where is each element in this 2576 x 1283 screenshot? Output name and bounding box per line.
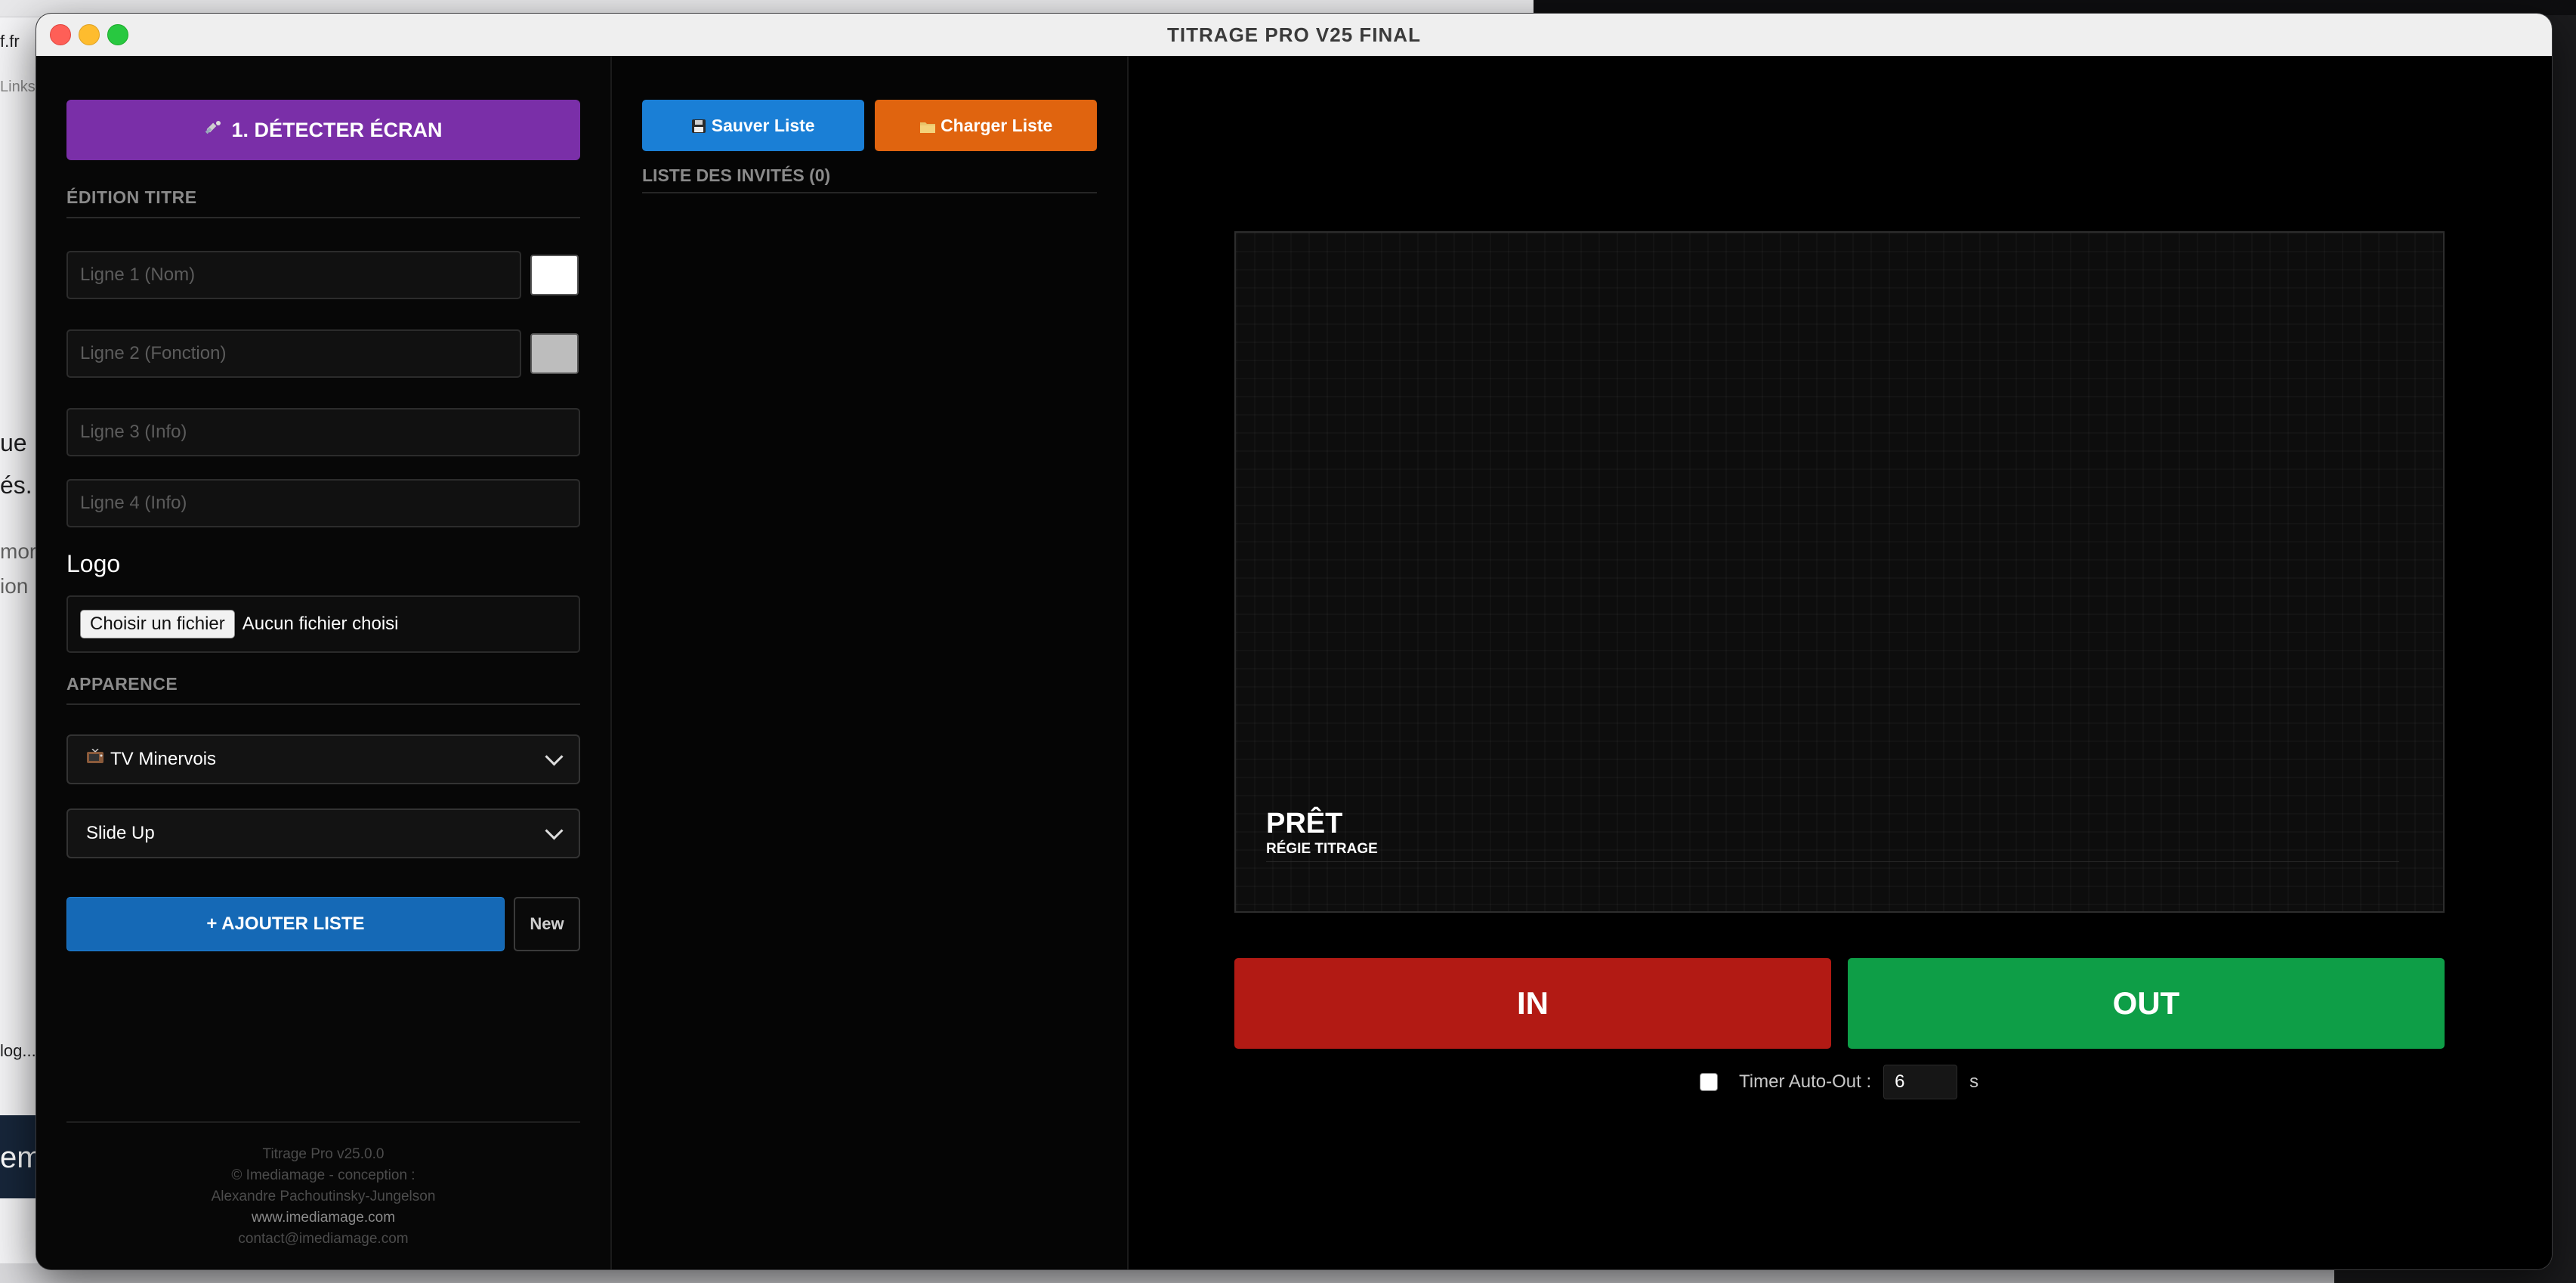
timer-checkbox[interactable] <box>1700 1073 1718 1091</box>
timer-unit: s <box>1969 1071 1979 1092</box>
background-text: ue <box>0 429 27 456</box>
choose-file-button[interactable]: Choisir un fichier <box>80 610 235 638</box>
footer-divider <box>66 1121 580 1123</box>
line1-name-input[interactable] <box>66 251 521 299</box>
add-to-list-button[interactable]: + AJOUTER LISTE <box>66 897 505 951</box>
background-dark-window <box>1534 0 2576 15</box>
animation-select[interactable]: Slide Up <box>66 808 580 858</box>
timer-label: Timer Auto-Out : <box>1739 1071 1872 1092</box>
preview-line1: PRÊT <box>1266 808 1343 839</box>
background-text: mor <box>0 539 37 563</box>
background-text: Links <box>0 79 36 95</box>
title-preview: PRÊT RÉGIE TITRAGE <box>1234 231 2445 913</box>
credits-footer: Titrage Pro v25.0.0 © Imediamage - conce… <box>66 1144 580 1250</box>
tv-icon <box>86 747 104 771</box>
theme-select-value: TV Minervois <box>110 749 217 769</box>
file-status-text: Aucun fichier choisi <box>242 614 399 634</box>
title-bar: TITRAGE PRO V25 FINAL <box>36 14 2552 57</box>
animation-select-value: Slide Up <box>86 823 155 843</box>
author-text: Alexandre Pachoutinsky-Jungelson <box>211 1189 436 1204</box>
copyright-text: © Imediamage - conception : <box>231 1167 415 1183</box>
app-window: TITRAGE PRO V25 FINAL 1. DÉTECTER ÉCRAN … <box>36 14 2552 1269</box>
save-list-button[interactable]: Sauver Liste <box>642 100 864 151</box>
load-list-label: Charger Liste <box>941 115 1053 135</box>
line2-color-swatch[interactable] <box>530 333 579 374</box>
load-list-button[interactable]: Charger Liste <box>875 100 1097 151</box>
window-title: TITRAGE PRO V25 FINAL <box>1167 23 1421 46</box>
folder-icon <box>919 116 941 135</box>
background-text: log... <box>0 1041 36 1060</box>
background-text: és. <box>0 471 32 499</box>
background-text: f.fr <box>0 32 20 51</box>
logo-file-picker: Choisir un fichier Aucun fichier choisi <box>66 595 580 653</box>
version-text: Titrage Pro v25.0.0 <box>262 1146 385 1162</box>
satellite-icon <box>204 118 224 143</box>
timer-auto-out: Timer Auto-Out : 6 s <box>1700 1062 1978 1102</box>
theme-select[interactable]: TV Minervois <box>66 734 580 784</box>
line2-function-input[interactable] <box>66 329 521 378</box>
preview-line2: RÉGIE TITRAGE <box>1266 841 1378 857</box>
floppy-disk-icon <box>691 116 711 135</box>
in-button[interactable]: IN <box>1234 958 1831 1049</box>
background-text: ion <box>0 574 29 598</box>
line3-info-input[interactable] <box>66 408 580 456</box>
editor-panel: 1. DÉTECTER ÉCRAN ÉDITION TITRE Logo Cho… <box>36 56 612 1269</box>
edit-title-heading: ÉDITION TITRE <box>66 187 580 218</box>
appearance-heading: APPARENCE <box>66 674 580 705</box>
chevron-down-icon <box>545 821 564 840</box>
output-panel: PRÊT RÉGIE TITRAGE IN OUT Timer Auto-Out… <box>1129 56 2552 1269</box>
lower-third-preview: PRÊT RÉGIE TITRAGE <box>1266 807 2399 862</box>
out-button[interactable]: OUT <box>1848 958 2445 1049</box>
guest-list-title: LISTE DES INVITÉS (0) <box>642 165 1097 193</box>
new-button[interactable]: New <box>514 897 580 951</box>
timer-seconds-input[interactable]: 6 <box>1883 1065 1958 1099</box>
chevron-down-icon <box>545 747 564 766</box>
save-list-label: Sauver Liste <box>711 115 815 135</box>
line1-color-swatch[interactable] <box>530 255 579 295</box>
email-link[interactable]: contact@imediamage.com <box>66 1229 580 1250</box>
logo-label: Logo <box>66 550 121 577</box>
website-link[interactable]: www.imediamage.com <box>66 1207 580 1229</box>
detect-screen-button[interactable]: 1. DÉTECTER ÉCRAN <box>66 100 580 160</box>
line4-info-input[interactable] <box>66 479 580 527</box>
guest-list-panel: Sauver Liste Charger Liste LISTE DES INV… <box>612 56 1129 1269</box>
detect-screen-label: 1. DÉTECTER ÉCRAN <box>231 118 443 141</box>
